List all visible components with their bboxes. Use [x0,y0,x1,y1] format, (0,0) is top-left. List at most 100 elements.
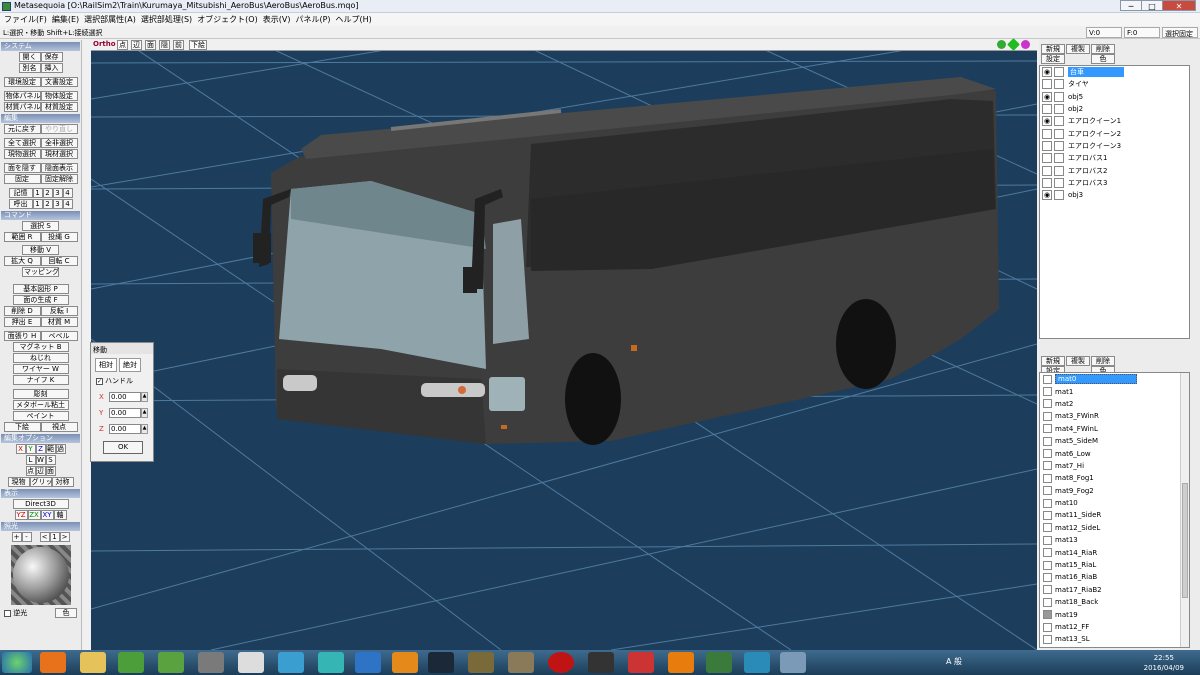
light-plus-button[interactable]: + [11,532,22,542]
object-row[interactable]: エアロクイーン3 [1040,140,1189,152]
steam-icon[interactable] [428,652,454,673]
projection-mode[interactable]: Ortho [93,40,116,48]
twist-tool[interactable]: ねじれ [12,353,69,363]
y-spinner[interactable]: ▲ [141,408,148,418]
save-as-button[interactable]: 別名 [18,63,41,73]
material-row[interactable]: mat10 [1040,497,1189,509]
material-swatch[interactable] [1043,449,1052,459]
duplicate-material-button[interactable]: 複製 [1066,356,1090,366]
flip-tool[interactable]: 反転 I [40,306,78,316]
visibility-eye-icon[interactable]: ◉ [1042,67,1052,78]
extrude-tool[interactable]: 押出 E [3,317,41,327]
visibility-eye-icon[interactable] [1042,140,1052,151]
object-list[interactable]: ◉ 台車 タイヤ ◉ obj5 obj2 ◉ エアロクイーン1 エアロクイーン2 エアロクイーン3… [1039,65,1190,339]
recall-slot-4[interactable]: 4 [62,199,73,209]
select-object-button[interactable]: 現物選択 [3,149,41,159]
light-color-button[interactable]: 色 [55,608,77,618]
game-icon[interactable] [468,652,494,673]
light-sphere[interactable] [10,545,71,605]
menu-selection-attr[interactable]: 選択部属性(A) [84,13,141,26]
current-object-toggle[interactable]: 現物 [7,477,30,487]
material-swatch[interactable] [1043,597,1052,607]
material-swatch[interactable] [1043,473,1052,483]
material-panel-button[interactable]: 材質パネル [3,102,41,112]
delete-material-button[interactable]: 削除 [1091,356,1115,366]
sculpt-tool[interactable]: 彫刻 [12,389,69,399]
material-swatch[interactable] [1043,436,1052,446]
show-hidden-button[interactable]: 隠 [159,40,170,50]
material-swatch[interactable] [1043,585,1052,595]
recall-slot-3[interactable]: 3 [52,199,63,209]
move-dialog[interactable]: 移動 相対 絶対 ✓ ハンドル X 0.00 ▲ Y 0.00 ▲ Z 0.00 ▲ OK [90,342,154,462]
miku-icon[interactable] [318,652,344,673]
material-row[interactable]: mat6_Low [1040,447,1189,459]
firefox-icon[interactable] [40,652,66,673]
view-xy-button[interactable]: XY [40,510,54,520]
material-tool[interactable]: 材質 M [40,317,78,327]
zoom-icon[interactable] [997,40,1006,49]
material-settings-button[interactable]: 材質設定 [40,102,78,112]
pan-icon[interactable] [1007,38,1020,51]
material-row[interactable]: mat2 [1040,398,1189,410]
magnet-tool[interactable]: マグネット B [12,342,69,352]
knife-tool[interactable]: ナイフ K [12,375,69,385]
ok-button[interactable]: OK [103,441,143,454]
material-row[interactable]: mat0 [1040,373,1189,385]
underlay-button[interactable]: 下絵 [189,40,207,50]
object-row[interactable]: ◉ 台車 [1040,66,1189,78]
object-row[interactable]: ◉ エアロクイーン1 [1040,115,1189,127]
lock-toggle[interactable] [1054,67,1064,78]
visibility-eye-icon[interactable] [1042,128,1052,139]
light-next-button[interactable]: > [59,532,70,542]
world-toggle[interactable]: W [35,455,46,465]
local-toggle[interactable]: L [25,455,36,465]
app-icon-7[interactable] [278,652,304,673]
material-swatch[interactable] [1043,622,1052,632]
save-button[interactable]: 保存 [40,52,63,62]
visibility-eye-icon[interactable]: ◉ [1042,116,1052,127]
move-tool[interactable]: 移動 V [22,245,59,255]
material-row[interactable]: mat16_RiaB [1040,571,1189,583]
material-swatch[interactable] [1043,461,1052,471]
record-icon[interactable] [548,652,574,673]
rotate-tool[interactable]: 回転 C [40,256,78,266]
face-fill-tool[interactable]: 面張り H [3,331,41,341]
direct3d-button[interactable]: Direct3D [12,499,69,509]
material-row[interactable]: mat12_SideL [1040,522,1189,534]
rotate-view-icon[interactable] [1021,40,1030,49]
edge-toggle[interactable]: 辺 [35,466,46,476]
material-swatch[interactable] [1043,634,1052,644]
material-row[interactable]: mat7_Hi [1040,460,1189,472]
material-swatch[interactable] [1043,510,1052,520]
material-row[interactable]: mat1 [1040,385,1189,397]
through-toggle[interactable]: 過 [55,444,66,454]
blender-icon[interactable] [668,652,694,673]
memory-slot-4[interactable]: 4 [62,188,73,198]
lock-toggle[interactable] [1054,128,1064,139]
material-row[interactable]: mat3_FWinR [1040,410,1189,422]
relative-tab[interactable]: 相対 [95,358,117,372]
visibility-eye-icon[interactable] [1042,153,1052,164]
lock-button[interactable]: 固定 [3,174,41,184]
show-face-button[interactable]: 面 [145,40,156,50]
material-swatch[interactable] [1043,374,1052,384]
material-row[interactable]: mat8_Fog1 [1040,472,1189,484]
primitive-tool[interactable]: 基本図形 P [12,284,69,294]
sketchup-icon[interactable] [628,652,654,673]
axis-z-toggle[interactable]: Z [35,444,46,454]
metaball-tool[interactable]: メタボール粘土 [12,400,69,410]
visibility-eye-icon[interactable] [1042,177,1052,188]
x-spinner[interactable]: ▲ [141,392,148,402]
notepad-icon[interactable] [238,652,264,673]
material-row[interactable]: mat19 [1040,608,1189,620]
z-input[interactable]: 0.00 [109,424,141,434]
material-swatch[interactable] [1043,548,1052,558]
material-row[interactable]: mat9_Fog2 [1040,485,1189,497]
unlock-button[interactable]: 固定解除 [40,174,78,184]
new-object-button[interactable]: 新規 [1041,44,1065,54]
front-button[interactable]: 前 [173,40,184,50]
object-row[interactable]: obj2 [1040,103,1189,115]
recall-slot-2[interactable]: 2 [42,199,53,209]
underlay-tool[interactable]: 下絵 [3,422,41,432]
env-settings-button[interactable]: 環境設定 [3,77,41,87]
